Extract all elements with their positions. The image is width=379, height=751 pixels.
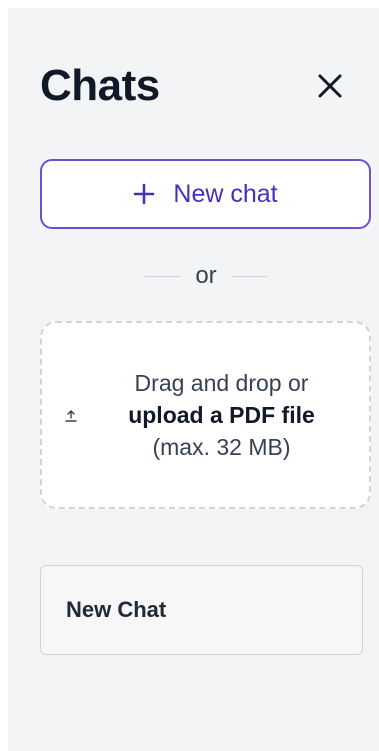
pdf-upload-dropzone[interactable]: Drag and drop or upload a PDF file (max.… <box>40 321 371 509</box>
dropzone-instruction: Drag and drop or <box>134 370 309 396</box>
dropzone-text: Drag and drop or upload a PDF file (max.… <box>128 367 315 463</box>
sidebar-header: Chats <box>40 58 350 114</box>
divider-line-right <box>230 275 267 277</box>
close-button[interactable] <box>310 66 350 106</box>
new-chat-label: New chat <box>173 179 278 208</box>
plus-icon <box>133 183 155 205</box>
close-icon <box>318 74 342 98</box>
upload-pdf-link[interactable]: upload a PDF file <box>128 399 315 431</box>
chats-sidebar: Chats New chat or Drag and drop or uploa… <box>8 8 379 751</box>
divider-line-left <box>145 275 182 277</box>
chat-list-item[interactable]: New Chat <box>40 565 363 655</box>
upload-icon <box>65 410 77 422</box>
divider-text: or <box>195 262 217 289</box>
chat-item-label: New Chat <box>66 597 167 622</box>
or-divider: or <box>135 262 277 289</box>
new-chat-button[interactable]: New chat <box>40 159 371 229</box>
page-title: Chats <box>40 61 160 110</box>
dropzone-size-limit: (max. 32 MB) <box>152 434 291 460</box>
